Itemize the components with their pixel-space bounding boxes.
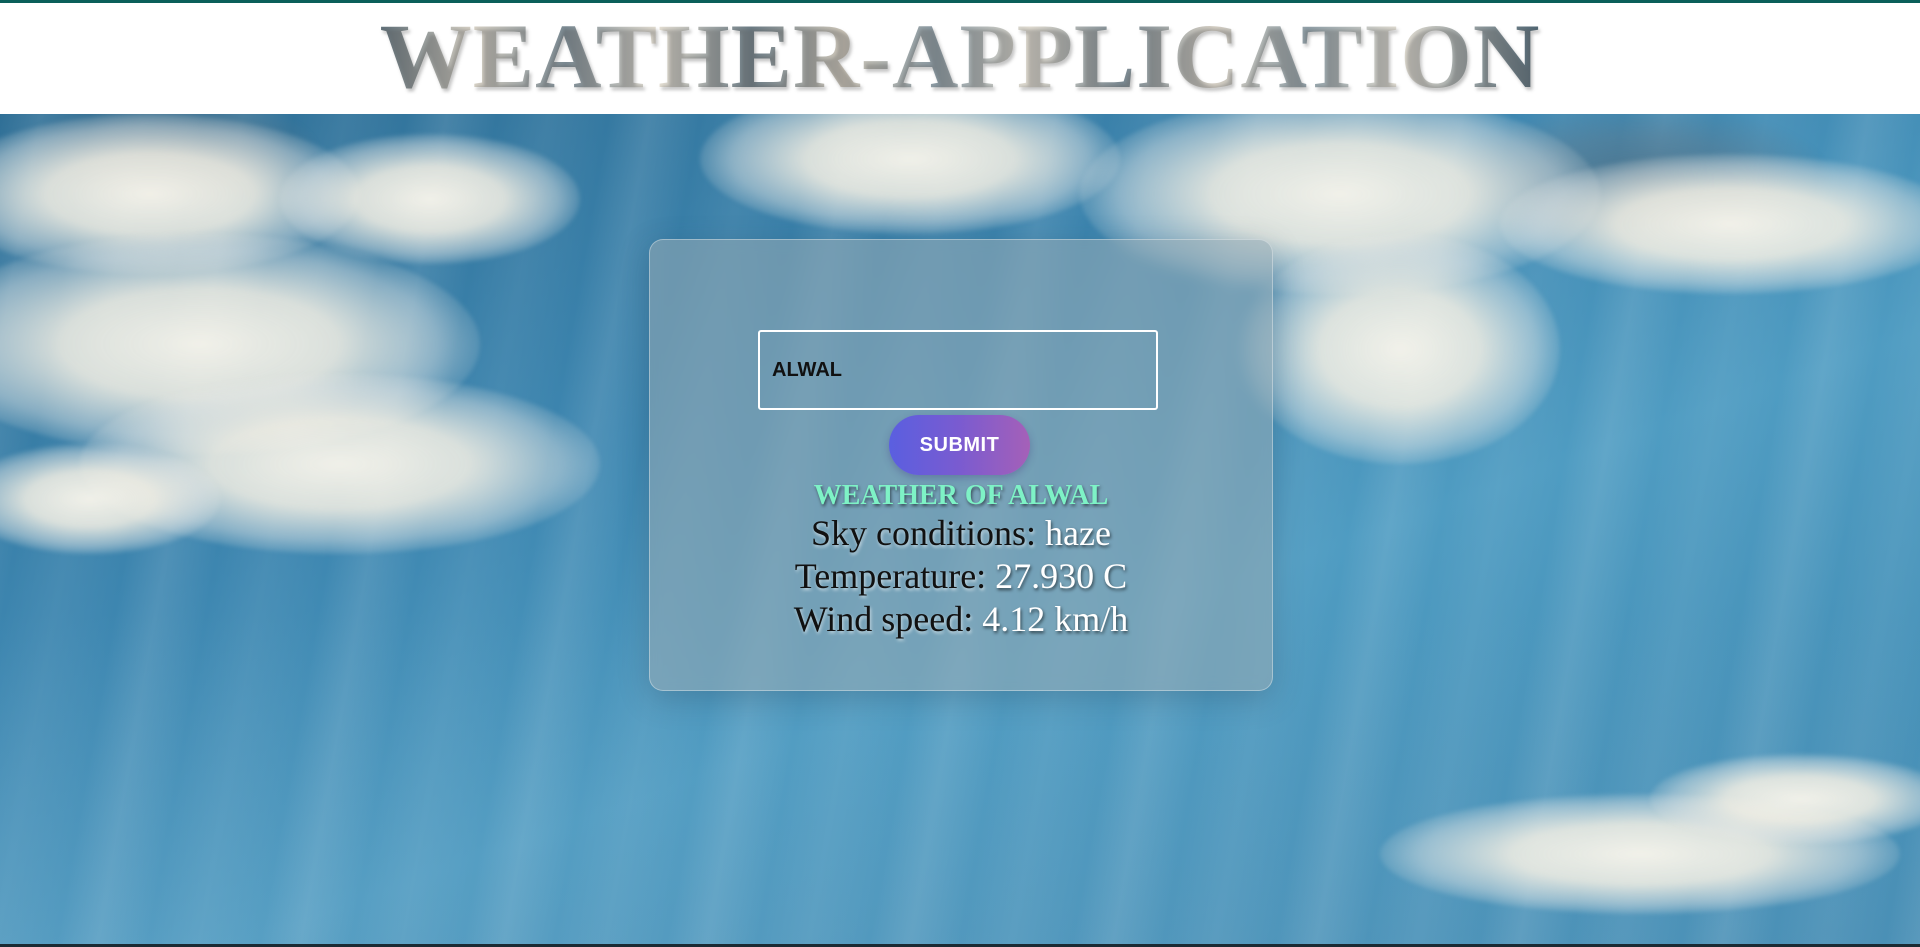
temperature-label: Temperature: [794, 556, 987, 596]
result-heading: WEATHER OF ALWAL [813, 480, 1109, 511]
wind-speed-label: Wind speed: [793, 599, 974, 639]
cloud [280, 134, 580, 264]
sky-conditions-label: Sky conditions: [811, 513, 1037, 553]
cloud [1240, 234, 1560, 464]
weather-result: WEATHER OF ALWAL Sky conditions: haze Te… [649, 480, 1273, 641]
temperature-value: 27.930 C [995, 556, 1128, 596]
city-search-input[interactable] [758, 330, 1158, 410]
app-title: WEATHER-APPLICATION [379, 4, 1541, 107]
app-header: WEATHER-APPLICATION [0, 3, 1920, 114]
temperature-row: Temperature: 27.930 C [649, 555, 1273, 598]
wind-speed-row: Wind speed: 4.12 km/h [649, 598, 1273, 641]
wind-speed-value: 4.12 km/h [982, 599, 1129, 639]
sky-conditions-value: haze [1045, 513, 1111, 553]
sky-conditions-row: Sky conditions: haze [649, 512, 1273, 555]
submit-button[interactable]: SUBMIT [889, 415, 1030, 475]
